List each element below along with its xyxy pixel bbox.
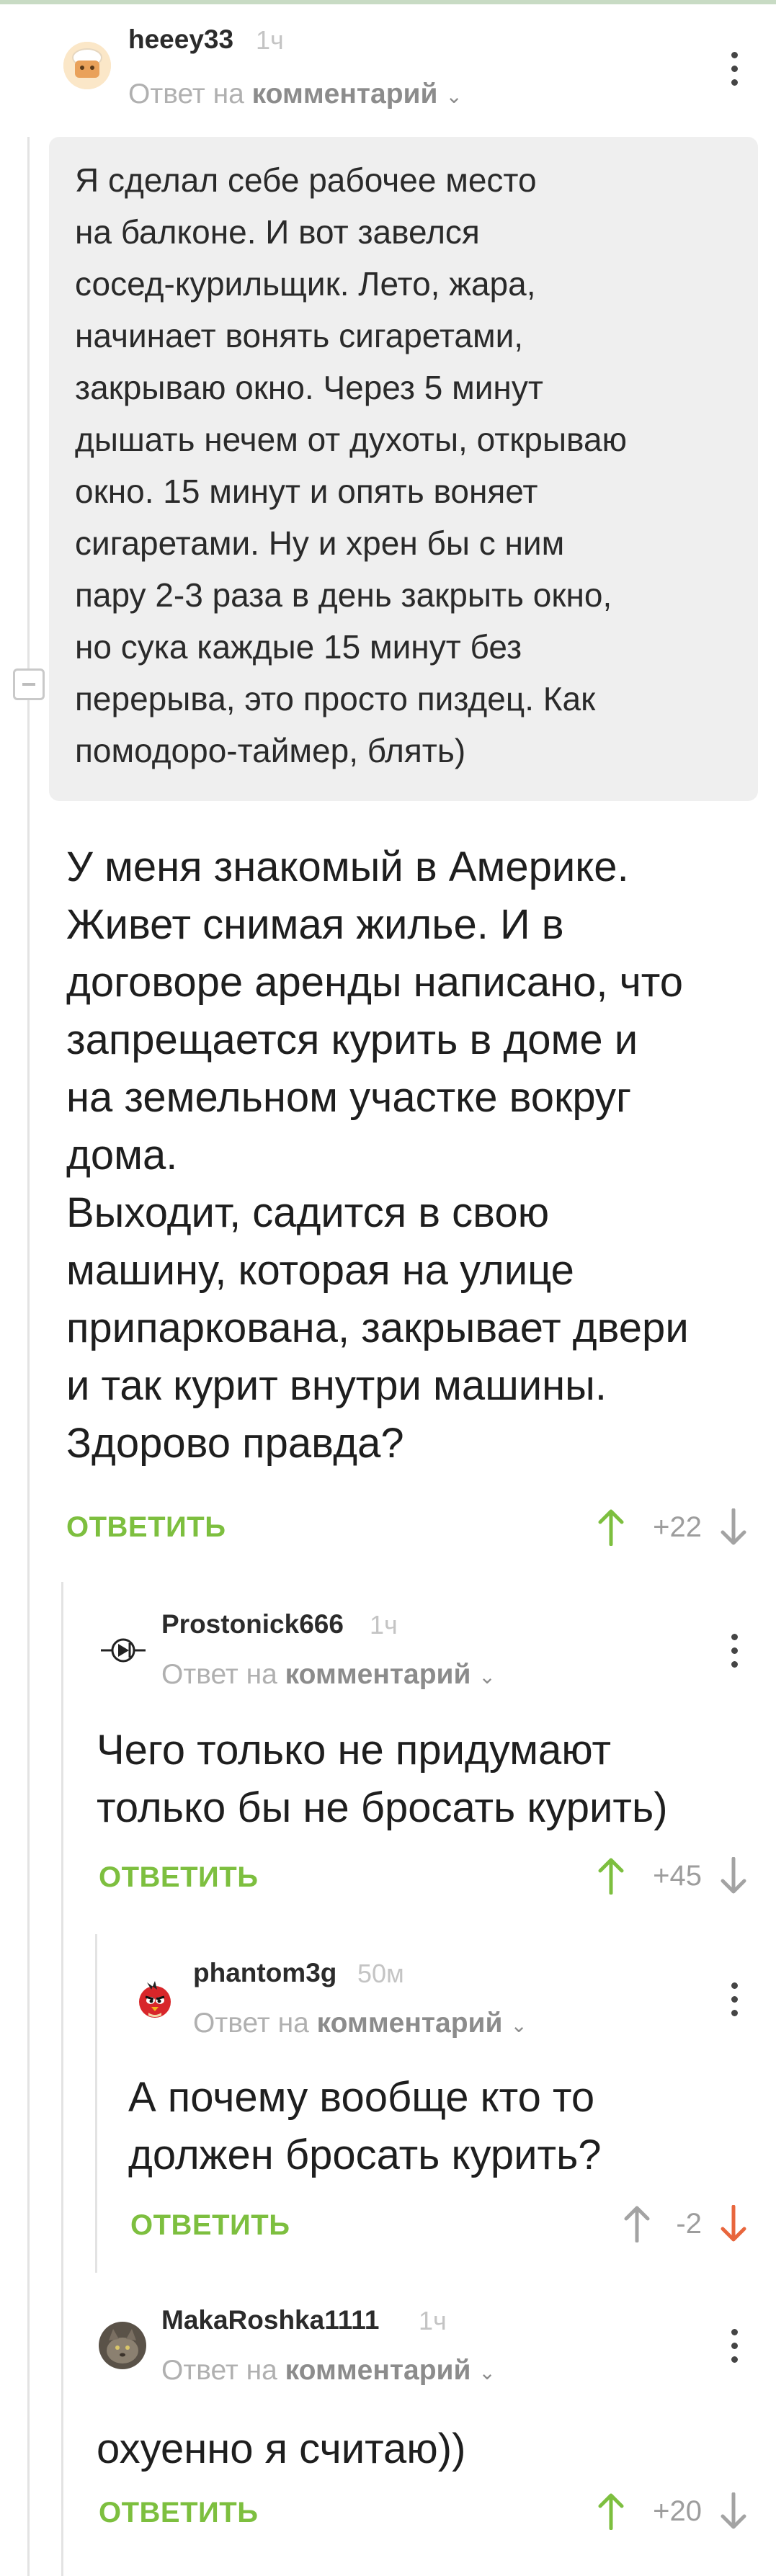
quoted-comment: Я сделал себе рабочее место на балконе. …	[49, 137, 758, 801]
reply-to-prefix: Ответ на	[161, 1659, 277, 1690]
chevron-down-icon: ⌄	[445, 85, 463, 107]
arrow-up-icon[interactable]	[597, 2492, 625, 2530]
reply-to-target: комментарий	[285, 1659, 471, 1690]
thread-line-root	[27, 137, 30, 2576]
arrow-down-icon[interactable]	[719, 1857, 748, 1895]
username[interactable]: heeey33	[128, 24, 233, 55]
timestamp: 1ч	[419, 2306, 447, 2335]
username[interactable]: phantom3g	[193, 1958, 336, 1988]
avatar[interactable]	[99, 2322, 146, 2369]
comment-text: А почему вообще кто то должен бросать ку…	[128, 2074, 602, 2178]
reply-to-prefix: Ответ на	[128, 79, 244, 109]
chevron-down-icon: ⌄	[478, 2361, 496, 2384]
reply-button[interactable]: ОТВЕТИТЬ	[99, 1861, 258, 1894]
timestamp: 50м	[357, 1959, 404, 1988]
avatar[interactable]	[99, 1627, 147, 1674]
chevron-down-icon: ⌄	[478, 1665, 496, 1688]
avatar[interactable]	[63, 42, 111, 89]
arrow-down-icon[interactable]	[719, 2205, 748, 2242]
vote-score: +45	[653, 1860, 702, 1892]
avatar[interactable]	[131, 1975, 179, 2023]
reply-button[interactable]: ОТВЕТИТЬ	[130, 2209, 290, 2242]
comment-text: У меня знакомый в Америке. Живет снимая …	[66, 844, 689, 1467]
top-divider	[0, 0, 776, 4]
reply-to-link[interactable]: Ответ на комментарий ⌄	[161, 1659, 496, 1691]
more-vertical-icon[interactable]	[729, 2329, 739, 2370]
reply-to-target: комментарий	[316, 2008, 503, 2039]
arrow-up-icon[interactable]	[597, 1508, 625, 1546]
reply-to-link[interactable]: Ответ на комментарий ⌄	[193, 2008, 527, 2039]
arrow-down-icon[interactable]	[719, 2492, 748, 2530]
reply-button[interactable]: ОТВЕТИТЬ	[66, 1511, 226, 1544]
username[interactable]: MakaRoshka1111	[161, 2305, 379, 2335]
reply-to-prefix: Ответ на	[193, 2008, 309, 2039]
collapse-thread-icon[interactable]	[13, 668, 45, 700]
reply-button[interactable]: ОТВЕТИТЬ	[99, 2497, 258, 2529]
reply-to-target: комментарий	[251, 79, 438, 109]
reply-to-prefix: Ответ на	[161, 2355, 277, 2386]
reply-to-link[interactable]: Ответ на комментарий ⌄	[161, 2355, 496, 2387]
more-vertical-icon[interactable]	[729, 1634, 739, 1675]
vote-score: -2	[676, 2208, 702, 2240]
reply-to-link[interactable]: Ответ на комментарий ⌄	[128, 79, 463, 110]
timestamp: 1ч	[256, 25, 284, 55]
username[interactable]: Prostonick666	[161, 1609, 344, 1640]
comment-text: охуенно я считаю))	[97, 2425, 466, 2472]
arrow-up-icon[interactable]	[623, 2205, 651, 2242]
reply-to-target: комментарий	[285, 2355, 471, 2386]
thread-line-level1	[61, 1582, 63, 2576]
vote-score: +22	[653, 1511, 702, 1543]
timestamp: 1ч	[370, 1610, 398, 1640]
quote-text: Я сделал себе рабочее место на балконе. …	[75, 161, 628, 769]
chevron-down-icon: ⌄	[510, 2014, 527, 2036]
more-vertical-icon[interactable]	[729, 1982, 739, 2023]
comment-text: Чего только не придумают только бы не бр…	[97, 1727, 668, 1831]
thread-line-level2	[95, 1934, 97, 2273]
arrow-up-icon[interactable]	[597, 1857, 625, 1895]
vote-score: +20	[653, 2495, 702, 2527]
arrow-down-icon[interactable]	[719, 1508, 748, 1546]
more-vertical-icon[interactable]	[729, 52, 739, 93]
